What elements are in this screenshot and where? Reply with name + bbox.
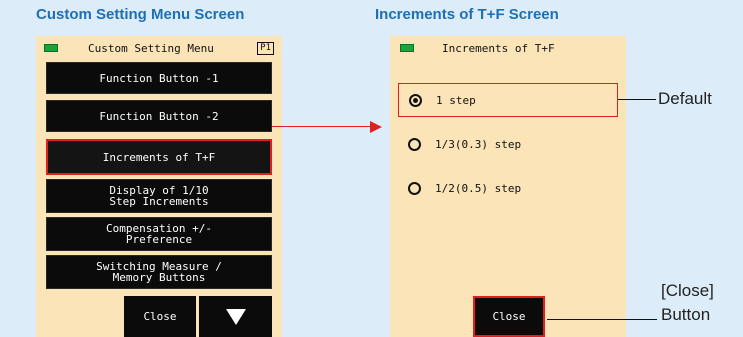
increments-of-tf-screen: Increments of T+F 1 step 1/3(0.3) step 1… xyxy=(390,36,626,337)
menu-item-compensation-preference[interactable]: Compensation +/- Preference xyxy=(46,217,272,251)
connector-line xyxy=(272,126,372,127)
triangle-down-icon xyxy=(225,308,246,325)
option-1-step[interactable]: 1 step xyxy=(398,83,618,117)
custom-setting-menu-screen: Custom Setting Menu P1 Function Button -… xyxy=(36,36,282,337)
default-callout: Default xyxy=(658,89,712,108)
menu-item-label: Function Button -2 xyxy=(99,109,219,123)
close-callout-line xyxy=(547,319,657,320)
arrow-head-icon xyxy=(370,121,382,133)
menu-item-increments-of-tf[interactable]: Increments of T+F xyxy=(46,139,272,175)
left-screen-heading: Custom Setting Menu Screen xyxy=(36,6,245,23)
screen-title: Custom Setting Menu xyxy=(88,42,214,55)
option-label: 1/3(0.3) step xyxy=(435,137,522,151)
menu-item-function-button-2[interactable]: Function Button -2 xyxy=(46,100,272,132)
option-1-2-step[interactable]: 1/2(0.5) step xyxy=(398,171,618,205)
close-callout-line-1: [Close] xyxy=(661,281,714,300)
default-callout-line xyxy=(618,99,656,100)
battery-icon xyxy=(400,44,414,52)
option-label: 1/2(0.5) step xyxy=(435,181,522,195)
right-screen-heading: Increments of T+F Screen xyxy=(375,6,559,23)
close-button[interactable]: Close xyxy=(473,296,545,337)
menu-item-label: Display of 1/10 Step Increments xyxy=(109,184,209,208)
battery-icon xyxy=(44,44,58,52)
option-label: 1 step xyxy=(436,93,476,107)
screen-title: Increments of T+F xyxy=(442,42,555,55)
menu-item-function-button-1[interactable]: Function Button -1 xyxy=(46,62,272,94)
menu-item-display-of-1-10-step-increments[interactable]: Display of 1/10 Step Increments xyxy=(46,179,272,213)
menu-item-label: Switching Measure / Memory Buttons xyxy=(96,260,222,284)
menu-item-label: Function Button -1 xyxy=(99,71,219,85)
menu-item-label: Compensation +/- Preference xyxy=(106,222,212,246)
menu-item-switching-measure-memory-buttons[interactable]: Switching Measure / Memory Buttons xyxy=(46,255,272,289)
option-1-3-step[interactable]: 1/3(0.3) step xyxy=(398,127,618,161)
close-button[interactable]: Close xyxy=(124,296,196,337)
close-callout-line-2: Button xyxy=(661,305,711,324)
menu-item-label: Increments of T+F xyxy=(102,150,216,164)
scroll-down-button[interactable] xyxy=(199,296,272,337)
page-indicator: P1 xyxy=(257,42,274,55)
radio-empty-icon xyxy=(408,137,421,151)
radio-selected-icon xyxy=(409,93,422,107)
radio-empty-icon xyxy=(408,181,421,195)
